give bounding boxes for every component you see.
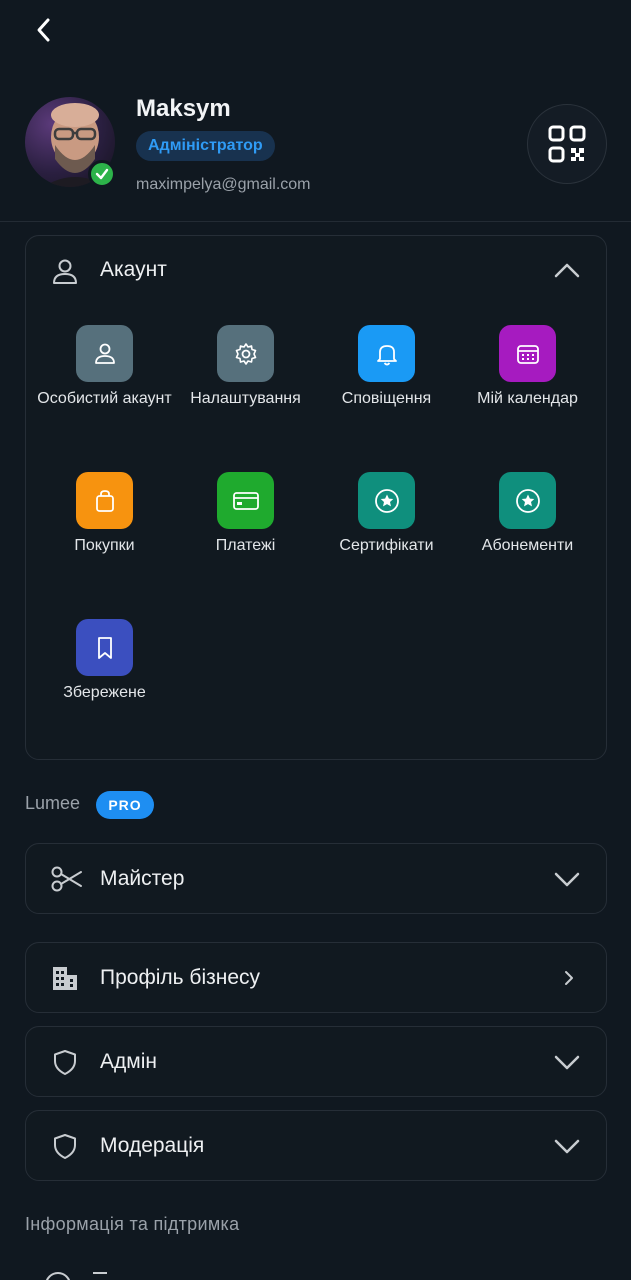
profile-name: Maksym bbox=[136, 95, 231, 122]
credit-card-icon bbox=[217, 472, 274, 529]
chevron-down-icon bbox=[554, 1139, 580, 1154]
back-button[interactable] bbox=[26, 12, 62, 48]
shopping-bag-icon bbox=[76, 472, 133, 529]
tile-label: Сертифікати bbox=[339, 537, 434, 554]
user-icon bbox=[76, 325, 133, 382]
star-badge-icon bbox=[358, 472, 415, 529]
profile-header: Maksym Адміністратор maximpelya@gmail.co… bbox=[0, 90, 631, 220]
chevron-up-icon bbox=[554, 263, 580, 278]
row-business-profile[interactable]: Профіль бізнесу bbox=[25, 942, 607, 1013]
info-support-section-label: Інформація та підтримка bbox=[25, 1214, 240, 1234]
tile-label: Налаштування bbox=[190, 390, 301, 407]
scissors-icon bbox=[51, 866, 82, 892]
tile-notifications[interactable]: Сповіщення bbox=[316, 325, 457, 408]
tile-subscriptions[interactable]: Абонементи bbox=[457, 472, 598, 555]
tile-label: Сповіщення bbox=[341, 390, 432, 407]
check-icon bbox=[95, 168, 109, 180]
tile-label: Платежі bbox=[215, 537, 276, 554]
tile-label: Мій календар bbox=[477, 390, 578, 407]
row-moderation[interactable]: Модерація bbox=[25, 1110, 607, 1181]
profile-email: maximpelya@gmail.com bbox=[136, 176, 311, 193]
row-admin[interactable]: Адмін bbox=[25, 1026, 607, 1097]
tile-label: Абонементи bbox=[481, 537, 574, 554]
building-icon bbox=[53, 967, 77, 990]
account-section: Акаунт Особистий акаунт Налаштування Спо… bbox=[25, 235, 607, 760]
info-row-icon[interactable] bbox=[45, 1272, 71, 1280]
user-icon bbox=[53, 259, 77, 284]
star-badge-icon bbox=[499, 472, 556, 529]
role-badge: Адміністратор bbox=[136, 131, 275, 161]
tile-label: Збережене bbox=[63, 684, 146, 701]
gear-icon bbox=[217, 325, 274, 382]
tile-personal-account[interactable]: Особистий акаунт bbox=[34, 325, 175, 408]
verified-badge bbox=[88, 160, 116, 188]
bell-icon bbox=[358, 325, 415, 382]
shield-icon bbox=[54, 1050, 76, 1075]
bookmark-icon bbox=[76, 619, 133, 676]
tile-label: Покупки bbox=[74, 537, 135, 554]
qr-code-icon bbox=[548, 125, 586, 163]
tile-purchases[interactable]: Покупки bbox=[34, 472, 175, 555]
tile-label: Особистий акаунт bbox=[37, 390, 172, 407]
account-section-header[interactable]: Акаунт bbox=[26, 236, 606, 306]
shield-icon bbox=[54, 1134, 76, 1159]
chevron-left-icon bbox=[37, 18, 50, 42]
chevron-down-icon bbox=[554, 872, 580, 887]
tile-payments[interactable]: Платежі bbox=[175, 472, 316, 555]
row-label: Адмін bbox=[100, 1050, 157, 1073]
row-label: Модерація bbox=[100, 1134, 205, 1157]
pro-badge: PRO bbox=[96, 791, 154, 819]
tile-my-calendar[interactable]: Мій календар bbox=[457, 325, 598, 408]
row-master[interactable]: Майстер bbox=[25, 843, 607, 914]
chevron-down-icon bbox=[554, 1055, 580, 1070]
tile-saved[interactable]: Збережене bbox=[34, 619, 175, 702]
row-label: Профіль бізнесу bbox=[100, 966, 261, 989]
tile-settings[interactable]: Налаштування bbox=[175, 325, 316, 408]
info-row-text-partial bbox=[93, 1272, 107, 1280]
chevron-right-icon bbox=[565, 971, 573, 985]
qr-code-button[interactable] bbox=[527, 104, 607, 184]
row-label: Майстер bbox=[100, 867, 185, 890]
header-divider bbox=[0, 221, 631, 222]
tile-certificates[interactable]: Сертифікати bbox=[316, 472, 457, 555]
lumee-section-label: Lumee bbox=[25, 793, 81, 813]
calendar-icon bbox=[499, 325, 556, 382]
account-section-title: Акаунт bbox=[100, 258, 167, 281]
